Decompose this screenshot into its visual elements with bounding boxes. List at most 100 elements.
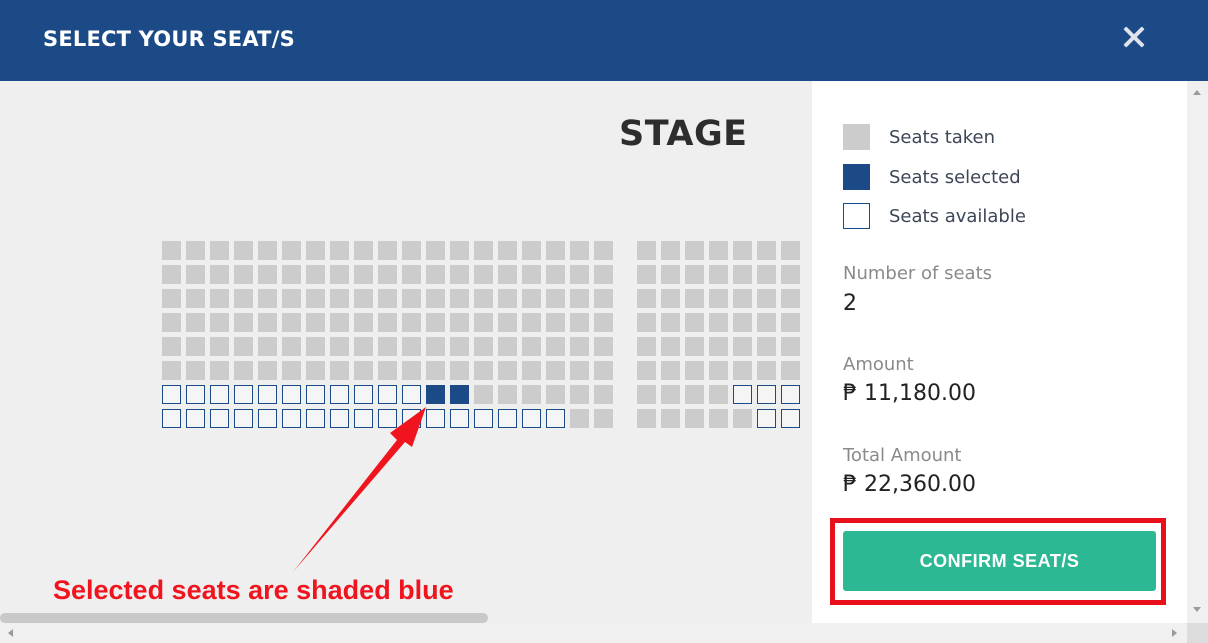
seat-available[interactable]: [498, 409, 517, 428]
seat-selected[interactable]: [426, 385, 445, 404]
seat-taken: [570, 289, 589, 308]
seat-taken: [781, 265, 800, 284]
seat-taken: [330, 241, 349, 260]
seat-taken: [498, 385, 517, 404]
seat-taken: [378, 313, 397, 332]
seat-taken: [733, 313, 752, 332]
seat-available[interactable]: [546, 409, 565, 428]
seat-available[interactable]: [186, 409, 205, 428]
seat-taken: [498, 265, 517, 284]
seat-available[interactable]: [402, 409, 421, 428]
seat-taken: [498, 337, 517, 356]
seat-taken: [450, 241, 469, 260]
seat-taken: [637, 289, 656, 308]
seat-taken: [354, 265, 373, 284]
seat-taken: [661, 241, 680, 260]
seat-available[interactable]: [306, 409, 325, 428]
seat-available[interactable]: [522, 409, 541, 428]
seat-available[interactable]: [210, 409, 229, 428]
seat-available[interactable]: [210, 385, 229, 404]
seat-available[interactable]: [354, 409, 373, 428]
seat-taken: [330, 337, 349, 356]
seat-available[interactable]: [258, 385, 277, 404]
seat-taken: [546, 385, 565, 404]
seat-available[interactable]: [757, 385, 776, 404]
legend-item-taken: Seats taken: [843, 124, 995, 150]
seat-taken: [757, 241, 776, 260]
scroll-left-icon[interactable]: [8, 629, 13, 637]
seat-available[interactable]: [474, 409, 493, 428]
seat-taken: [258, 241, 277, 260]
seat-taken: [450, 337, 469, 356]
seat-taken: [426, 265, 445, 284]
seat-available[interactable]: [426, 409, 445, 428]
seat-taken: [661, 337, 680, 356]
seat-available[interactable]: [781, 409, 800, 428]
seat-taken: [709, 313, 728, 332]
seat-taken: [781, 337, 800, 356]
horizontal-scrollbar[interactable]: [0, 623, 1187, 643]
seat-available[interactable]: [234, 409, 253, 428]
seat-available[interactable]: [733, 385, 752, 404]
seat-taken: [522, 385, 541, 404]
seat-taken: [709, 361, 728, 380]
seat-taken: [733, 361, 752, 380]
seat-taken: [661, 265, 680, 284]
seat-taken: [661, 313, 680, 332]
seat-available[interactable]: [378, 409, 397, 428]
seat-taken: [546, 361, 565, 380]
seat-taken: [594, 265, 613, 284]
seat-available[interactable]: [450, 409, 469, 428]
seat-taken: [354, 313, 373, 332]
seat-available[interactable]: [162, 385, 181, 404]
seats-count-label: Number of seats: [843, 263, 993, 284]
total-amount-label: Total Amount: [843, 445, 962, 466]
seat-taken: [498, 313, 517, 332]
seat-taken: [210, 289, 229, 308]
seat-taken: [450, 289, 469, 308]
seat-taken: [498, 361, 517, 380]
close-icon[interactable]: [1118, 22, 1150, 54]
seat-taken: [258, 265, 277, 284]
seat-taken: [234, 337, 253, 356]
seat-taken: [162, 289, 181, 308]
confirm-seats-button[interactable]: CONFIRM SEAT/S: [843, 531, 1156, 591]
scroll-down-icon[interactable]: [1193, 607, 1201, 612]
seat-taken: [426, 241, 445, 260]
seat-available[interactable]: [282, 409, 301, 428]
seat-taken: [757, 313, 776, 332]
seat-available[interactable]: [781, 385, 800, 404]
legend-label: Seats available: [889, 205, 1026, 227]
seat-taken: [685, 409, 704, 428]
seat-selected[interactable]: [450, 385, 469, 404]
seat-taken: [402, 313, 421, 332]
seat-available[interactable]: [282, 385, 301, 404]
vertical-scrollbar[interactable]: [1187, 81, 1208, 623]
seat-available[interactable]: [306, 385, 325, 404]
seat-taken: [522, 265, 541, 284]
seat-available[interactable]: [402, 385, 421, 404]
seat-available[interactable]: [330, 409, 349, 428]
seat-available[interactable]: [162, 409, 181, 428]
seat-available[interactable]: [378, 385, 397, 404]
seat-available[interactable]: [354, 385, 373, 404]
seat-available[interactable]: [757, 409, 776, 428]
seat-taken: [733, 241, 752, 260]
legend-item-available: Seats available: [843, 203, 1026, 229]
seat-taken: [186, 337, 205, 356]
seat-available[interactable]: [330, 385, 349, 404]
seat-taken: [162, 361, 181, 380]
seat-map-scrollbar-thumb[interactable]: [0, 613, 488, 623]
seat-available[interactable]: [234, 385, 253, 404]
seat-available[interactable]: [186, 385, 205, 404]
seat-taken: [426, 337, 445, 356]
seat-taken: [210, 313, 229, 332]
seat-map: STAGE: [0, 81, 812, 623]
seat-taken: [594, 385, 613, 404]
seat-taken: [637, 265, 656, 284]
seat-taken: [546, 265, 565, 284]
scroll-right-icon[interactable]: [1172, 629, 1177, 637]
scroll-up-icon[interactable]: [1193, 90, 1201, 95]
seat-taken: [570, 385, 589, 404]
seat-available[interactable]: [258, 409, 277, 428]
